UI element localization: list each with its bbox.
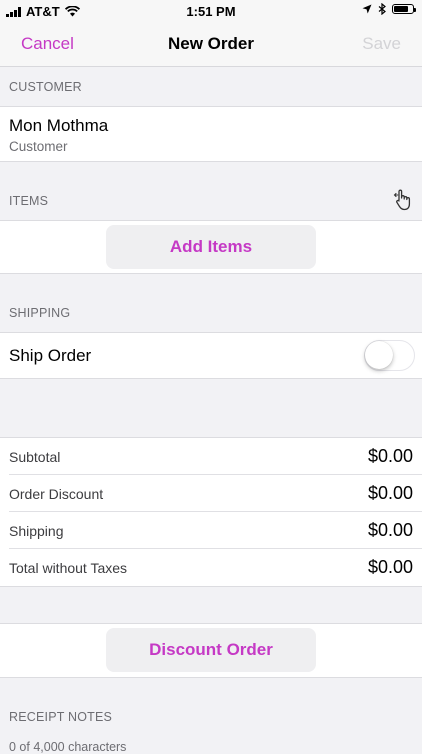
summary-row-label: Total without Taxes (9, 560, 128, 576)
summary-row: Shipping $0.00 (0, 512, 422, 549)
summary-row-label: Order Discount (9, 486, 104, 502)
receipt-notes-counter: 0 of 4,000 characters (9, 740, 127, 754)
summary-row-value: $0.00 (367, 483, 413, 503)
toggle-knob (365, 341, 393, 369)
battery-icon (392, 4, 416, 14)
receipt-notes-header: RECEIPT NOTES (9, 710, 113, 724)
navigation-bar: Cancel New Order Save (0, 22, 422, 67)
bluetooth-icon (378, 3, 386, 15)
customer-name: Mon Mothma (9, 116, 109, 135)
location-arrow-icon (362, 4, 372, 14)
status-right (362, 3, 416, 15)
summary-row: Order Discount $0.00 (0, 475, 422, 512)
customer-cell[interactable]: Mon Mothma Customer (0, 106, 422, 162)
ship-order-cell: Ship Order (0, 332, 422, 379)
summary-row-label: Subtotal (9, 449, 61, 465)
page-title: New Order (168, 34, 254, 53)
status-time: 1:51 PM (186, 4, 236, 19)
ship-order-toggle[interactable] (364, 340, 415, 371)
status-bar: AT&T 1:51 PM (0, 0, 422, 22)
customer-subtitle: Customer (9, 139, 68, 154)
discount-order-button[interactable]: Discount Order (106, 628, 316, 672)
summary-row-value: $0.00 (367, 557, 413, 577)
summary-row: Total without Taxes $0.00 (0, 549, 422, 586)
order-summary: Subtotal $0.00 Order Discount $0.00 Shipping… (0, 437, 422, 587)
summary-row: Subtotal $0.00 (0, 438, 422, 475)
ship-order-label: Ship Order (9, 346, 92, 365)
shipping-section-header: SHIPPING (9, 306, 71, 320)
summary-row-value: $0.00 (367, 520, 413, 540)
summary-row-label: Shipping (9, 523, 64, 539)
items-section-header: ITEMS (9, 194, 49, 208)
hand-pointer-icon[interactable] (393, 189, 415, 211)
summary-row-value: $0.00 (367, 446, 413, 466)
items-cell: Add Items (0, 220, 422, 274)
battery-fill (394, 6, 408, 12)
discount-cell: Discount Order (0, 623, 422, 678)
add-items-button[interactable]: Add Items (106, 225, 316, 269)
customer-section-header: CUSTOMER (9, 80, 82, 94)
save-button[interactable]: Save (362, 34, 401, 54)
